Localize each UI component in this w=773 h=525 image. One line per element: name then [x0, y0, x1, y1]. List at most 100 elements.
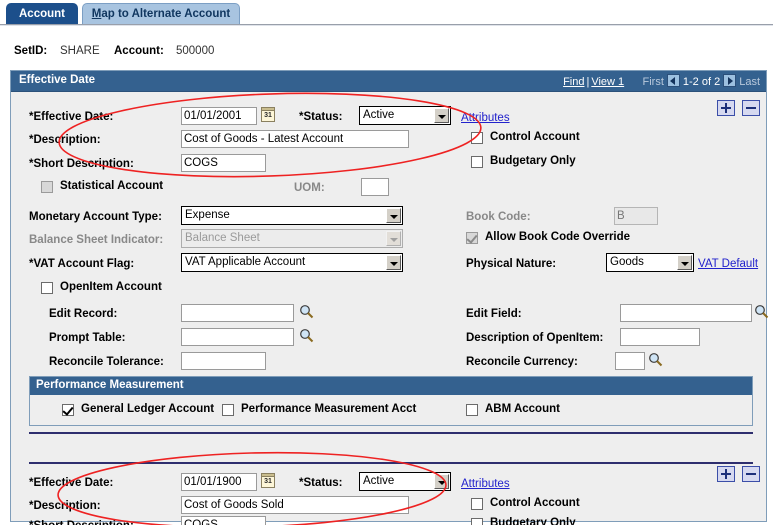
- performance-measurement-group: Performance Measurement General Ledger A…: [29, 376, 753, 426]
- reconcile-currency-label-1: Reconcile Currency:: [466, 356, 578, 368]
- effective-date-group-header: Effective Date Find | View 1 First 1-2 of 2…: [11, 71, 766, 92]
- magnifier-icon-prompt-table-1[interactable]: [299, 328, 314, 343]
- tab-account[interactable]: Account: [6, 3, 78, 24]
- abm-account-checkbox[interactable]: [466, 404, 478, 416]
- delete-row-button-2[interactable]: [742, 466, 760, 482]
- general-ledger-account-label[interactable]: General Ledger Account: [81, 403, 214, 415]
- edit-record-input-1[interactable]: [181, 304, 294, 322]
- edit-field-input-1[interactable]: [620, 304, 752, 322]
- tab-map-to-alternate-account[interactable]: Map to Alternate Account: [82, 3, 240, 24]
- book-code-label-1: Book Code:: [466, 211, 531, 223]
- description-label-1: *Description:: [29, 134, 101, 146]
- short-description-label-1: *Short Description:: [29, 158, 134, 170]
- effective-date-input-2[interactable]: [181, 473, 257, 491]
- calendar-icon-2[interactable]: 31: [261, 473, 275, 488]
- first-label[interactable]: First: [643, 76, 664, 88]
- vat-account-flag-select-1[interactable]: VAT Applicable Account: [181, 253, 403, 272]
- budgetary-only-label-1[interactable]: Budgetary Only: [490, 155, 576, 167]
- openitem-account-label-1[interactable]: OpenItem Account: [60, 281, 162, 293]
- add-row-button-2[interactable]: [717, 466, 735, 482]
- tab-bar: Account Map to Alternate Account: [0, 0, 773, 28]
- attributes-link-2[interactable]: Attributes: [461, 478, 510, 490]
- vat-account-flag-value-1: VAT Applicable Account: [185, 256, 306, 268]
- performance-measurement-title: Performance Measurement: [36, 379, 184, 391]
- description-of-openitem-input-1[interactable]: [620, 328, 700, 346]
- nav-separator: |: [586, 76, 590, 88]
- setid-label: SetID:: [14, 45, 48, 57]
- reconcile-tolerance-label-1: Reconcile Tolerance:: [49, 356, 164, 368]
- tab-underline-shadow: [0, 25, 773, 26]
- status-select-value-2: Active: [363, 475, 395, 487]
- control-account-checkbox-1[interactable]: [471, 132, 483, 144]
- chevron-down-icon-monetary-1: [386, 208, 401, 223]
- magnifier-icon-reconcile-currency-1[interactable]: [648, 352, 663, 367]
- budgetary-only-checkbox-1[interactable]: [471, 156, 483, 168]
- tab-map-label-rest: ap to Alternate Account: [101, 8, 231, 20]
- status-select-2[interactable]: Active: [359, 472, 451, 491]
- chevron-down-icon-status-1: [434, 108, 449, 123]
- control-account-label-2[interactable]: Control Account: [490, 497, 580, 509]
- chevron-down-icon-vat-1: [386, 255, 401, 270]
- balance-sheet-indicator-value-1: Balance Sheet: [185, 232, 260, 244]
- find-link[interactable]: Find: [563, 76, 584, 88]
- physical-nature-label-1: Physical Nature:: [466, 258, 557, 270]
- last-label[interactable]: Last: [739, 76, 760, 88]
- uom-label-1: UOM:: [294, 182, 325, 194]
- abm-account-label[interactable]: ABM Account: [485, 403, 560, 415]
- key-fields: SetID: SHARE Account: 500000: [0, 44, 773, 64]
- delete-row-button-1[interactable]: [742, 100, 760, 116]
- calendar-icon-1[interactable]: 31: [261, 107, 275, 122]
- status-label-2: *Status:: [299, 477, 343, 489]
- vat-default-link-1[interactable]: VAT Default: [698, 258, 758, 270]
- general-ledger-account-checkbox[interactable]: [62, 404, 74, 416]
- vat-account-flag-label-1: *VAT Account Flag:: [29, 258, 135, 270]
- row-separator-top: [29, 432, 753, 434]
- prompt-table-label-1: Prompt Table:: [49, 332, 126, 344]
- physical-nature-value-1: Goods: [610, 256, 644, 268]
- status-select-1[interactable]: Active: [359, 106, 451, 125]
- grid-navigation: Find | View 1 First 1-2 of 2 Last: [563, 74, 760, 90]
- account-page: Account Map to Alternate Account SetID: …: [0, 0, 773, 525]
- short-description-label-2: *Short Description:: [29, 520, 134, 525]
- budgetary-only-label-2[interactable]: Budgetary Only: [490, 517, 576, 525]
- add-row-button-1[interactable]: [717, 100, 735, 116]
- previous-page-icon[interactable]: [666, 74, 680, 87]
- performance-measurement-acct-checkbox[interactable]: [222, 404, 234, 416]
- statistical-account-label-1: Statistical Account: [60, 180, 164, 192]
- description-label-2: *Description:: [29, 500, 101, 512]
- view-all-link[interactable]: View 1: [591, 76, 624, 88]
- chevron-down-icon-balance-1: [386, 231, 401, 246]
- magnifier-icon-edit-record-1[interactable]: [299, 304, 314, 319]
- reconcile-tolerance-input-1[interactable]: [181, 352, 266, 370]
- statistical-account-checkbox-1: [41, 181, 53, 193]
- uom-input-1[interactable]: [361, 178, 389, 196]
- monetary-account-type-value-1: Expense: [185, 209, 230, 221]
- calendar-icon-day-2: 31: [264, 478, 272, 485]
- budgetary-only-checkbox-2[interactable]: [471, 518, 483, 525]
- balance-sheet-indicator-select-1: Balance Sheet: [181, 229, 403, 248]
- status-label-1: *Status:: [299, 111, 343, 123]
- prompt-table-input-1[interactable]: [181, 328, 294, 346]
- openitem-account-checkbox-1[interactable]: [41, 282, 53, 294]
- description-input-1[interactable]: [181, 130, 409, 148]
- monetary-account-type-select-1[interactable]: Expense: [181, 206, 403, 225]
- control-account-checkbox-2[interactable]: [471, 498, 483, 510]
- monetary-account-type-label-1: Monetary Account Type:: [29, 211, 162, 223]
- edit-record-label-1: Edit Record:: [49, 308, 118, 320]
- physical-nature-select-1[interactable]: Goods: [606, 253, 694, 272]
- attributes-link-1[interactable]: Attributes: [461, 112, 510, 124]
- effective-date-input-1[interactable]: [181, 107, 257, 125]
- allow-book-code-override-label-1: Allow Book Code Override: [485, 231, 631, 243]
- performance-measurement-acct-label[interactable]: Performance Measurement Acct: [241, 403, 416, 415]
- short-description-input-1[interactable]: [181, 154, 266, 172]
- next-page-icon[interactable]: [723, 74, 737, 87]
- balance-sheet-indicator-label-1: Balance Sheet Indicator:: [29, 234, 164, 246]
- control-account-label-1[interactable]: Control Account: [490, 131, 580, 143]
- magnifier-icon-edit-field-1[interactable]: [754, 304, 769, 319]
- description-input-2[interactable]: [181, 496, 409, 514]
- calendar-icon-day-1: 31: [264, 112, 272, 119]
- account-value: 500000: [176, 45, 215, 57]
- reconcile-currency-input-1[interactable]: [615, 352, 645, 370]
- setid-value: SHARE: [60, 45, 100, 57]
- short-description-input-2[interactable]: [181, 516, 266, 525]
